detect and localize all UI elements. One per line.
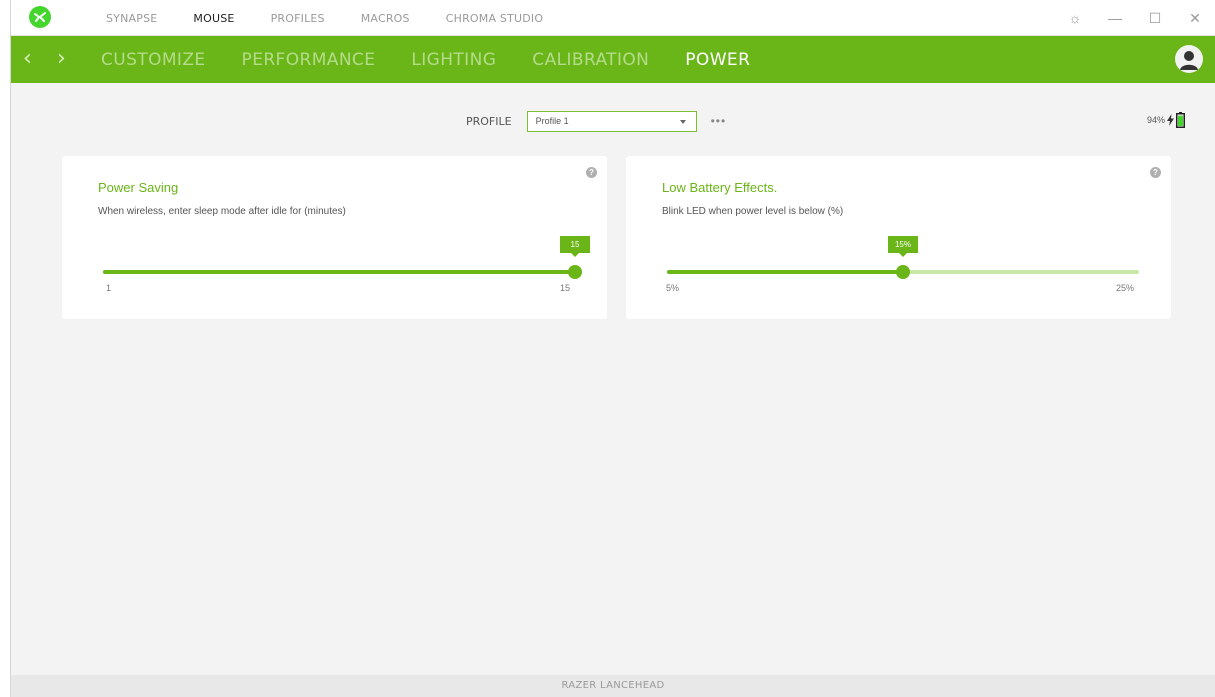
power-saving-title: Power Saving <box>98 180 179 195</box>
slider-value-tooltip: 15% <box>888 236 918 257</box>
back-arrow-icon[interactable]: ‹ <box>23 48 43 70</box>
window-controls: ☼ — ☐ ✕ <box>1055 0 1215 36</box>
profile-label: PROFILE <box>466 114 512 128</box>
synapse-window: SYNAPSE MOUSE PROFILES MACROS CHROMA STU… <box>10 0 1215 697</box>
minimize-icon[interactable]: — <box>1095 0 1135 36</box>
help-icon[interactable]: ? <box>586 167 597 178</box>
topnav-synapse[interactable]: SYNAPSE <box>106 12 157 25</box>
close-icon[interactable]: ✕ <box>1175 0 1215 36</box>
topnav-profiles[interactable]: PROFILES <box>271 12 325 25</box>
top-nav: SYNAPSE MOUSE PROFILES MACROS CHROMA STU… <box>106 0 579 36</box>
battery-status: 94% <box>1147 112 1185 128</box>
low-battery-title: Low Battery Effects. <box>662 180 778 195</box>
profile-dropdown[interactable]: Profile 1 <box>526 110 697 132</box>
tab-calibration[interactable]: CALIBRATION <box>532 50 649 70</box>
device-subnav: ‹ › CUSTOMIZE PERFORMANCE LIGHTING CALIB… <box>11 36 1215 83</box>
charging-bolt-icon <box>1167 114 1174 126</box>
slider-fill <box>667 270 903 274</box>
low-battery-slider[interactable]: 15% <box>667 236 1139 279</box>
user-avatar-icon[interactable] <box>1175 45 1203 73</box>
device-tabs: CUSTOMIZE PERFORMANCE LIGHTING CALIBRATI… <box>101 36 786 83</box>
slider-value-tooltip: 15 <box>560 236 590 257</box>
power-saving-description: When wireless, enter sleep mode after id… <box>98 206 346 217</box>
slider-max-label: 25% <box>1116 283 1135 293</box>
power-saving-slider[interactable]: 15 <box>103 236 590 279</box>
slider-handle[interactable] <box>896 265 910 279</box>
battery-percent: 94% <box>1146 115 1165 125</box>
profile-selected-value: Profile 1 <box>535 115 569 126</box>
tab-lighting[interactable]: LIGHTING <box>411 50 496 70</box>
topnav-mouse[interactable]: MOUSE <box>193 12 234 25</box>
forward-arrow-icon[interactable]: › <box>57 48 77 70</box>
chevron-down-icon <box>679 119 686 124</box>
slider-fill <box>103 270 575 274</box>
more-options-icon[interactable]: ••• <box>711 114 727 128</box>
title-bar: SYNAPSE MOUSE PROFILES MACROS CHROMA STU… <box>11 0 1215 36</box>
settings-gear-icon[interactable]: ☼ <box>1055 0 1095 36</box>
slider-handle[interactable] <box>568 265 582 279</box>
low-battery-card: ? Low Battery Effects. Blink LED when po… <box>626 156 1171 319</box>
slider-min-label: 1 <box>106 283 112 293</box>
battery-icon <box>1176 112 1185 128</box>
help-icon[interactable]: ? <box>1150 167 1161 178</box>
device-footer: RAZER LANCEHEAD <box>11 675 1215 697</box>
tab-power[interactable]: POWER <box>685 50 750 70</box>
slider-max-label: 15 <box>560 283 571 293</box>
tab-performance[interactable]: PERFORMANCE <box>242 50 376 70</box>
razer-logo-icon[interactable] <box>29 6 51 28</box>
low-battery-description: Blink LED when power level is below (%) <box>662 206 844 217</box>
tab-customize[interactable]: CUSTOMIZE <box>101 50 206 70</box>
topnav-chroma-studio[interactable]: CHROMA STUDIO <box>446 12 544 25</box>
profile-row: PROFILE Profile 1 ••• <box>466 110 726 132</box>
slider-min-label: 5% <box>666 283 680 293</box>
topnav-macros[interactable]: MACROS <box>361 12 410 25</box>
maximize-icon[interactable]: ☐ <box>1135 0 1175 36</box>
power-saving-card: ? Power Saving When wireless, enter slee… <box>62 156 607 319</box>
